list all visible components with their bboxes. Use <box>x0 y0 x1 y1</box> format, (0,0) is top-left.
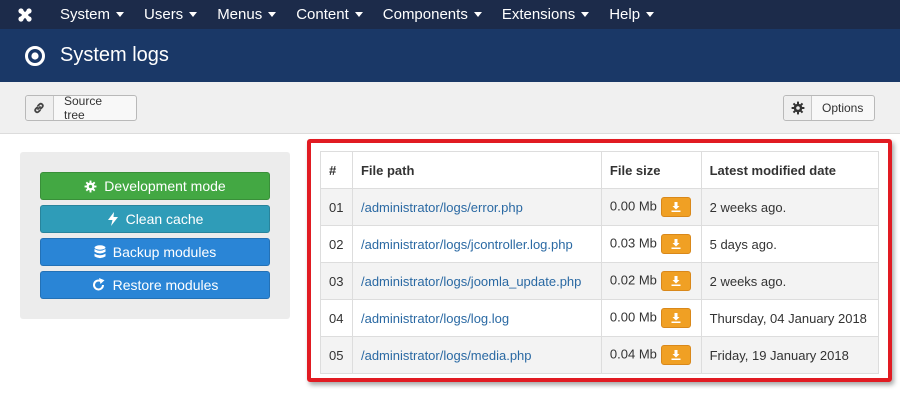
menu-label: Content <box>296 6 349 23</box>
backup-modules-label: Backup modules <box>112 244 217 260</box>
table-row: 01 /administrator/logs/error.php 0.00 Mb… <box>320 188 880 226</box>
clean-cache-label: Clean cache <box>125 211 204 227</box>
chevron-down-icon <box>473 12 482 17</box>
download-icon[interactable] <box>660 345 691 365</box>
development-mode-label: Development mode <box>104 178 226 194</box>
link-icon <box>26 96 54 120</box>
page-title: System logs <box>60 44 169 66</box>
table-row: 02 /administrator/logs/jcontroller.log.p… <box>320 225 880 263</box>
chevron-down-icon <box>581 12 590 17</box>
file-path-link[interactable]: /administrator/logs/log.log <box>361 311 509 326</box>
file-path-link[interactable]: /administrator/logs/media.php <box>361 348 532 363</box>
file-path-cell: /administrator/logs/jcontroller.log.php <box>351 225 602 263</box>
backup-modules-button[interactable]: Backup modules <box>40 238 270 266</box>
column-header-file-size: File size <box>600 151 702 189</box>
restore-modules-button[interactable]: Restore modules <box>40 271 270 299</box>
file-size: 0.00 Mb <box>609 309 657 325</box>
toolbar: Source tree Options <box>0 82 900 134</box>
file-size-cell: 0.00 Mb <box>600 299 702 337</box>
chevron-down-icon <box>268 12 277 17</box>
download-icon[interactable] <box>660 234 691 254</box>
file-size: 0.04 Mb <box>609 346 657 362</box>
table-row: 03 /administrator/logs/joomla_update.php… <box>320 262 880 300</box>
table-header-row: # File path File size Latest modified da… <box>320 151 880 189</box>
gear-icon <box>784 96 812 120</box>
redo-icon <box>92 278 106 292</box>
file-size: 0.03 Mb <box>609 235 657 251</box>
menu-components[interactable]: Components <box>373 0 492 29</box>
menu-label: Components <box>382 6 468 23</box>
column-header-number: # <box>320 151 353 189</box>
file-path-link[interactable]: /administrator/logs/error.php <box>361 200 523 215</box>
row-number: 03 <box>320 262 353 300</box>
file-size-cell: 0.03 Mb <box>600 225 702 263</box>
download-icon[interactable] <box>660 308 691 328</box>
file-size-cell: 0.04 Mb <box>600 336 702 374</box>
gear-icon <box>84 180 97 193</box>
menu-label: Help <box>609 6 641 23</box>
file-path-cell: /administrator/logs/error.php <box>351 188 602 226</box>
menu-system[interactable]: System <box>50 0 134 29</box>
download-icon[interactable] <box>660 197 691 217</box>
menu-content[interactable]: Content <box>286 0 373 29</box>
clean-cache-button[interactable]: Clean cache <box>40 205 270 233</box>
file-path-link[interactable]: /administrator/logs/jcontroller.log.php <box>361 237 573 252</box>
modified-date: Thursday, 04 January 2018 <box>700 299 880 337</box>
row-number: 04 <box>320 299 353 337</box>
menu-menus[interactable]: Menus <box>207 0 286 29</box>
actions-panel: Development mode Clean cache Backup modu… <box>20 152 290 319</box>
file-path-link[interactable]: /administrator/logs/joomla_update.php <box>361 274 581 289</box>
modified-date: 2 weeks ago. <box>700 188 880 226</box>
database-icon <box>94 245 106 259</box>
logs-table: # File path File size Latest modified da… <box>320 151 880 374</box>
top-navbar: System Users Menus Content Components Ex… <box>0 0 900 29</box>
options-button[interactable]: Options <box>783 95 875 121</box>
menu-label: Extensions <box>501 6 576 23</box>
table-row: 04 /administrator/logs/log.log 0.00 Mb T… <box>320 299 880 337</box>
source-tree-label: Source tree <box>63 94 103 122</box>
restore-modules-label: Restore modules <box>112 277 219 293</box>
modified-date: 2 weeks ago. <box>700 262 880 300</box>
joomla-logo-icon[interactable] <box>0 0 50 29</box>
menu-help[interactable]: Help <box>599 0 664 29</box>
file-path-cell: /administrator/logs/joomla_update.php <box>351 262 602 300</box>
file-path-cell: /administrator/logs/log.log <box>351 299 602 337</box>
chevron-down-icon <box>189 12 198 17</box>
column-header-modified-date: Latest modified date <box>700 151 880 189</box>
menu-label: Menus <box>217 6 263 23</box>
file-size-cell: 0.02 Mb <box>600 262 702 300</box>
bolt-icon <box>107 212 119 226</box>
file-size: 0.02 Mb <box>609 272 657 288</box>
modified-date: 5 days ago. <box>700 225 880 263</box>
table-row: 05 /administrator/logs/media.php 0.04 Mb… <box>320 336 880 374</box>
menu-label: System <box>60 6 111 23</box>
file-size-cell: 0.00 Mb <box>600 188 702 226</box>
options-label: Options <box>822 101 864 115</box>
column-header-file-path: File path <box>351 151 602 189</box>
menu-users[interactable]: Users <box>134 0 207 29</box>
row-number: 02 <box>320 225 353 263</box>
download-icon[interactable] <box>660 271 691 291</box>
menu-label: Users <box>144 6 184 23</box>
chevron-down-icon <box>646 12 655 17</box>
menu-extensions[interactable]: Extensions <box>492 0 599 29</box>
row-number: 01 <box>320 188 353 226</box>
row-number: 05 <box>320 336 353 374</box>
page-header: System logs <box>0 29 900 82</box>
chevron-down-icon <box>354 12 363 17</box>
chevron-down-icon <box>116 12 125 17</box>
modified-date: Friday, 19 January 2018 <box>700 336 880 374</box>
source-tree-button[interactable]: Source tree <box>25 94 137 122</box>
target-icon <box>25 45 45 66</box>
file-size: 0.00 Mb <box>609 198 657 214</box>
development-mode-button[interactable]: Development mode <box>40 172 270 200</box>
file-path-cell: /administrator/logs/media.php <box>351 336 602 374</box>
